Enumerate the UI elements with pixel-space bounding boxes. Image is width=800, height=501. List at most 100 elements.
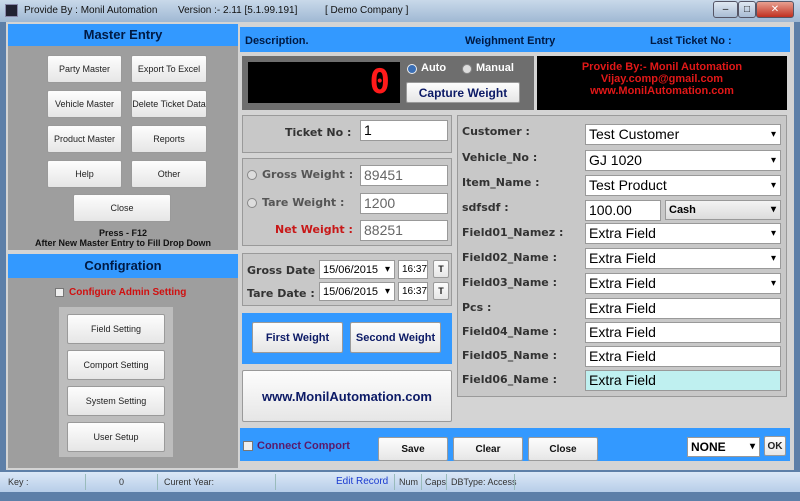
payment-type-select[interactable]: Cash — [665, 200, 781, 220]
form-label: Field02_Name : — [462, 251, 557, 264]
status-key-value: 0 — [119, 477, 125, 487]
tare-time-button[interactable]: T — [433, 282, 449, 300]
weigh-buttons-panel: First Weight Second Weight — [242, 313, 452, 364]
master-entry-panel: Master Entry Party Master Export To Exce… — [8, 24, 238, 250]
company-text: [ Demo Company ] — [325, 5, 409, 16]
status-edit-record: Edit Record — [336, 476, 389, 487]
form-input[interactable]: Extra Field — [585, 346, 781, 367]
delete-ticket-data-button[interactable]: Delete Ticket Data — [131, 90, 207, 118]
tare-weight-radio[interactable] — [247, 198, 257, 208]
close-button[interactable]: Close — [528, 437, 598, 461]
form-label: Field05_Name : — [462, 349, 557, 362]
form-label: Field03_Name : — [462, 276, 557, 289]
form-label: Field04_Name : — [462, 325, 557, 338]
first-weight-button[interactable]: First Weight — [252, 322, 343, 353]
weight-display: 0 — [248, 62, 400, 103]
hint-f12: Press - F12 — [98, 228, 148, 238]
form-input[interactable]: Extra Field — [585, 322, 781, 343]
website-button[interactable]: www.MonilAutomation.com — [242, 370, 452, 422]
last-ticket-label: Last Ticket No : — [650, 35, 732, 47]
help-button[interactable]: Help — [47, 160, 122, 188]
maximize-button[interactable]: □ — [738, 1, 756, 18]
ticket-no-input[interactable]: 1 — [360, 120, 448, 141]
user-setup-button[interactable]: User Setup — [67, 422, 165, 452]
form-input[interactable]: Extra Field — [585, 370, 781, 391]
status-bar: Key : 0 Curent Year: Edit Record Num Cap… — [0, 472, 800, 492]
minimize-button[interactable]: – — [713, 1, 738, 18]
scale-panel: 0 Auto Manual Capture Weight — [242, 56, 534, 110]
configuration-panel: Configration Configure Admin Setting Fie… — [8, 254, 238, 468]
config-buttons-box: Field Setting Comport Setting System Set… — [59, 307, 173, 457]
promo-line-1: Provide By:- Monil Automation — [581, 61, 743, 73]
status-dbtype: DBType: Access — [451, 477, 517, 487]
gross-time-button[interactable]: T — [433, 260, 449, 278]
status-key-label: Key : — [8, 477, 29, 487]
net-weight-input[interactable]: 88251 — [360, 220, 448, 241]
tare-weight-input[interactable]: 1200 — [360, 193, 448, 214]
clear-button[interactable]: Clear — [453, 437, 523, 461]
weights-panel: Gross Weight : 89451 Tare Weight : 1200 … — [242, 158, 452, 246]
tare-time-input[interactable]: 16:37 — [398, 282, 428, 301]
tare-date-label: Tare Date : — [247, 287, 315, 300]
form-label: Field06_Name : — [462, 373, 557, 386]
party-master-button[interactable]: Party Master — [47, 55, 122, 83]
port-select[interactable]: NONE — [687, 437, 760, 457]
description-label: Description. — [245, 35, 309, 47]
form-label: Pcs : — [462, 301, 492, 314]
dates-panel: Gross Date : 15/06/2015 16:37 T Tare Dat… — [242, 253, 452, 306]
bottom-toolbar: Connect Comport Save Clear Close NONE OK — [240, 428, 790, 461]
form-input[interactable]: 100.00 — [585, 200, 661, 221]
net-weight-label: Net Weight : — [275, 223, 353, 236]
connect-comport-checkbox[interactable] — [243, 441, 253, 451]
capture-weight-button[interactable]: Capture Weight — [406, 82, 520, 103]
promo-box: Provide By:- Monil Automation Vijay.comp… — [537, 56, 787, 110]
form-select[interactable]: Extra Field — [585, 273, 781, 294]
connect-comport-label: Connect Comport — [257, 440, 350, 452]
other-button[interactable]: Other — [131, 160, 207, 188]
form-label: sdfsdf : — [462, 201, 509, 214]
form-select[interactable]: Extra Field — [585, 223, 781, 244]
tare-date-picker[interactable]: 15/06/2015 — [319, 282, 395, 301]
tare-weight-label: Tare Weight : — [262, 196, 345, 209]
gross-weight-label: Gross Weight : — [262, 168, 354, 181]
gross-date-label: Gross Date : — [247, 264, 324, 277]
export-to-excel-button[interactable]: Export To Excel — [131, 55, 207, 83]
status-num: Num — [399, 477, 419, 487]
form-select[interactable]: GJ 1020 — [585, 150, 781, 171]
gross-time-input[interactable]: 16:37 — [398, 260, 428, 279]
gross-weight-radio[interactable] — [247, 170, 257, 180]
system-setting-button[interactable]: System Setting — [67, 386, 165, 416]
status-caps: Caps — [425, 477, 447, 487]
promo-line-2: Vijay.comp@gmail.com — [600, 73, 724, 85]
second-weight-button[interactable]: Second Weight — [350, 322, 441, 353]
form-label: Item_Name : — [462, 176, 540, 189]
form-input[interactable]: Extra Field — [585, 298, 781, 319]
hint-drop-down: After New Master Entry to Fill Drop Down — [34, 238, 211, 248]
comport-setting-button[interactable]: Comport Setting — [67, 350, 165, 380]
form-select[interactable]: Test Product — [585, 175, 781, 196]
ticket-form: Customer : Test Customer Vehicle_No : GJ 10… — [457, 115, 787, 397]
auto-label: Auto — [421, 62, 447, 74]
gross-date-picker[interactable]: 15/06/2015 — [319, 260, 395, 279]
admin-setting-checkbox[interactable] — [55, 288, 64, 297]
configuration-title: Configration — [8, 254, 238, 278]
manual-label: Manual — [476, 62, 514, 74]
master-entry-title: Master Entry — [8, 24, 238, 46]
master-close-button[interactable]: Close — [73, 194, 171, 222]
form-label: Vehicle_No : — [462, 151, 538, 164]
auto-radio[interactable] — [407, 64, 417, 74]
form-select[interactable]: Test Customer — [585, 124, 781, 145]
title-bar: Provide By : Monil Automation Version :-… — [0, 0, 800, 22]
save-button[interactable]: Save — [378, 437, 448, 461]
vehicle-master-button[interactable]: Vehicle Master — [47, 90, 122, 118]
ticket-no-label: Ticket No : — [285, 126, 352, 139]
gross-weight-input[interactable]: 89451 — [360, 165, 448, 186]
manual-radio[interactable] — [462, 64, 472, 74]
field-setting-button[interactable]: Field Setting — [67, 314, 165, 344]
version-text: Version :- 2.11 [5.1.99.191] — [178, 5, 298, 16]
ok-button[interactable]: OK — [764, 436, 786, 456]
form-select[interactable]: Extra Field — [585, 248, 781, 269]
product-master-button[interactable]: Product Master — [47, 125, 122, 153]
close-window-button[interactable]: ✕ — [756, 1, 794, 18]
reports-button[interactable]: Reports — [131, 125, 207, 153]
